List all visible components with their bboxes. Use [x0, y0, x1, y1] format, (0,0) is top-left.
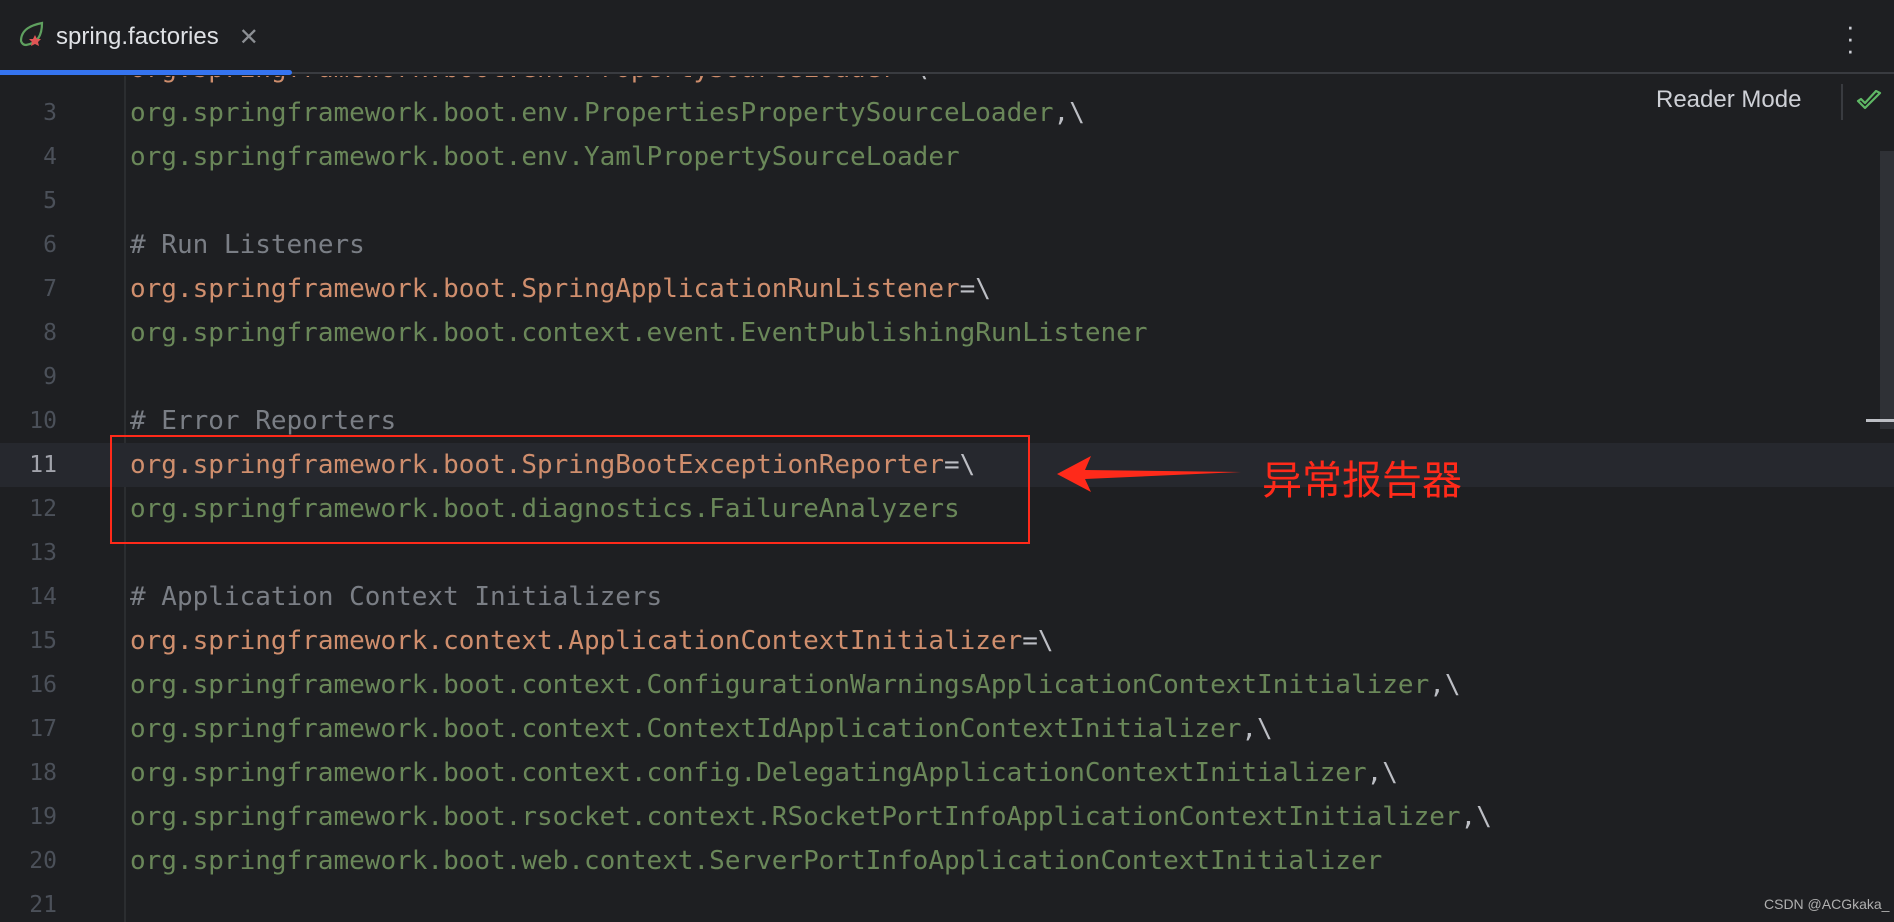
code-token: org.springframework.boot.context.config.…: [130, 758, 1367, 788]
code-line[interactable]: 14 # Application Context Initializers: [0, 575, 1894, 619]
line-code: org.springframework.boot.context.event.E…: [130, 311, 1147, 355]
line-number: 2: [0, 76, 57, 91]
reader-mode-button[interactable]: Reader Mode: [1656, 86, 1802, 114]
code-line[interactable]: 4 org.springframework.boot.env.YamlProper…: [0, 135, 1894, 179]
line-number: 16: [29, 672, 57, 698]
code-line[interactable]: 18 org.springframework.boot.context.confi…: [0, 751, 1894, 795]
code-token: org.springframework.boot.env.PropertiesP…: [130, 98, 1054, 128]
line-number: 20: [29, 848, 57, 874]
code-token: org.springframework.boot.SpringApplicati…: [130, 274, 960, 304]
check-icon[interactable]: [1856, 89, 1882, 116]
code-line[interactable]: 15 org.springframework.context.Applicatio…: [0, 619, 1894, 663]
line-code: # Run Listeners: [130, 223, 365, 267]
line-number: 12: [29, 496, 57, 522]
line-code: org.springframework.boot.web.context.Ser…: [130, 839, 1382, 883]
line-code: # Application Context Initializers: [130, 575, 662, 619]
code-token: org.springframework.context.ApplicationC…: [130, 626, 1023, 656]
code-token: =\: [1022, 626, 1054, 656]
toolbar-separator: [1841, 84, 1843, 120]
code-token: org.springframework.boot.context.Configu…: [130, 670, 1430, 700]
code-line[interactable]: 21: [0, 883, 1894, 922]
line-number: 17: [29, 716, 57, 742]
code-token: org.springframework.boot.rsocket.context…: [130, 802, 1461, 832]
line-number: 10: [29, 408, 57, 434]
line-number: 21: [29, 892, 57, 918]
code-token: org.springframework.boot.context.Context…: [130, 714, 1242, 744]
code-token: org.springframework.boot.env.YamlPropert…: [130, 142, 960, 172]
code-line[interactable]: 8 org.springframework.boot.context.event.…: [0, 311, 1894, 355]
code-line[interactable]: 17 org.springframework.boot.context.Conte…: [0, 707, 1894, 751]
active-tab-indicator: [0, 70, 292, 75]
code-token: =\: [959, 274, 991, 304]
code-token: ,\: [1053, 98, 1085, 128]
code-token: org.springframework.boot.web.context.Ser…: [130, 846, 1383, 876]
line-number: 3: [43, 100, 57, 126]
code-token: # Error Reporters: [130, 406, 397, 436]
arrow-left-icon: [1055, 452, 1245, 500]
code-token: ,\: [1366, 758, 1398, 788]
code-line[interactable]: 16 org.springframework.boot.context.Confi…: [0, 663, 1894, 707]
line-number: 4: [43, 144, 57, 170]
line-number: 6: [43, 232, 57, 258]
code-token: org.springframework.boot.env.PropertySou…: [130, 76, 897, 84]
code-token: # Run Listeners: [130, 230, 365, 260]
line-code: org.springframework.boot.context.config.…: [130, 751, 1398, 795]
line-code: org.springframework.boot.context.Context…: [130, 707, 1273, 751]
line-number: 18: [29, 760, 57, 786]
watermark: CSDN @ACGkaka_: [1764, 896, 1890, 912]
code-line[interactable]: 2 org.springframework.boot.env.PropertySo…: [0, 76, 1894, 91]
editor-tab-bar: spring.factories ✕ · · ·: [0, 0, 1894, 75]
code-line[interactable]: 19 org.springframework.boot.rsocket.conte…: [0, 795, 1894, 839]
line-code: org.springframework.context.ApplicationC…: [130, 619, 1054, 663]
annotation-label: 异常报告器: [1262, 458, 1462, 504]
code-token: org.springframework.boot.context.event.E…: [130, 318, 1148, 348]
more-vertical-icon[interactable]: · · ·: [1846, 13, 1855, 63]
line-code: org.springframework.boot.SpringApplicati…: [130, 267, 991, 311]
line-code: org.springframework.boot.rsocket.context…: [130, 795, 1492, 839]
code-token: ,\: [1241, 714, 1273, 744]
line-number: 8: [43, 320, 57, 346]
close-icon[interactable]: ✕: [239, 23, 259, 52]
line-number: 13: [29, 540, 57, 566]
line-code: org.springframework.boot.context.Configu…: [130, 663, 1461, 707]
code-line[interactable]: 20 org.springframework.boot.web.context.S…: [0, 839, 1894, 883]
line-number: 7: [43, 276, 57, 302]
scrollbar-caret-marker: [1866, 419, 1894, 422]
spring-leaf-icon: [18, 21, 46, 53]
code-line[interactable]: 7 org.springframework.boot.SpringApplicat…: [0, 267, 1894, 311]
line-number: 5: [43, 188, 57, 214]
line-code: org.springframework.boot.env.PropertySou…: [130, 76, 928, 91]
code-token: ,\: [1429, 670, 1461, 700]
line-number: 14: [29, 584, 57, 610]
tab-title: spring.factories: [56, 23, 219, 50]
highlight-box: [110, 435, 1030, 544]
code-token: ,\: [1460, 802, 1492, 832]
line-code: org.springframework.boot.env.YamlPropert…: [130, 135, 960, 179]
line-number: 19: [29, 804, 57, 830]
code-line[interactable]: 9: [0, 355, 1894, 399]
code-line[interactable]: 5: [0, 179, 1894, 223]
code-line[interactable]: 6 # Run Listeners: [0, 223, 1894, 267]
tab-spring-factories[interactable]: spring.factories ✕: [18, 16, 259, 58]
vertical-scrollbar[interactable]: [1880, 151, 1894, 429]
code-line[interactable]: 3 org.springframework.boot.env.Properties…: [0, 91, 1894, 135]
code-token: # Application Context Initializers: [130, 582, 663, 612]
line-number: 15: [29, 628, 57, 654]
line-number: 11: [29, 452, 57, 478]
line-number: 9: [43, 364, 57, 390]
line-code: org.springframework.boot.env.PropertiesP…: [130, 91, 1085, 135]
code-token: =\: [897, 76, 928, 84]
